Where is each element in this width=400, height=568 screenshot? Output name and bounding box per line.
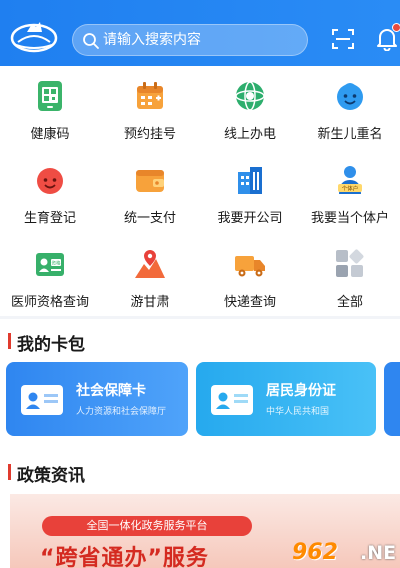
social-security-card[interactable]: 社会保障卡 人力资源和社会保障厅 — [6, 362, 188, 436]
service-label: 我要当个体户 — [310, 211, 389, 226]
service-online-electricity[interactable]: 线上办电 — [200, 66, 300, 146]
search-icon — [83, 33, 99, 49]
banner-ribbon: 全国一体化政务服务平台 — [42, 516, 252, 536]
card-subtitle: 中华人民共和国 — [266, 407, 330, 417]
appointment-icon — [137, 82, 163, 109]
wallet-cards: 社会保障卡 人力资源和社会保障厅 居民身份证 中华人民共和国 — [0, 354, 400, 450]
section-title: 政策资讯 — [17, 466, 85, 486]
card-title: 社会保障卡 — [76, 383, 146, 399]
service-open-company[interactable]: 我要开公司 — [200, 150, 300, 230]
newborn-name-icon — [337, 83, 363, 110]
service-unified-payment[interactable]: 统一支付 — [100, 150, 200, 230]
next-card-peek[interactable] — [384, 362, 400, 436]
service-express-query[interactable]: 快递查询 — [200, 234, 300, 314]
service-appointment[interactable]: 预约挂号 — [100, 66, 200, 146]
service-individual-business[interactable]: 个体户 我要当个体户 — [300, 150, 400, 230]
policy-section-header: 政策资讯 — [0, 450, 400, 494]
id-card-icon — [211, 385, 253, 415]
notification-dot — [392, 23, 400, 32]
section-accent-bar — [8, 464, 11, 480]
section-accent-bar — [8, 333, 11, 349]
service-label: 统一支付 — [123, 211, 176, 226]
svg-text:资格: 资格 — [52, 260, 61, 267]
id-card-icon — [21, 385, 63, 415]
service-label: 我要开公司 — [217, 211, 283, 226]
watermark-logo: 962 .NE — [292, 540, 400, 568]
card-subtitle: 人力资源和社会保障厅 — [76, 407, 167, 417]
physician-qualification-icon: 资格 — [36, 253, 64, 276]
service-birth-registration[interactable]: 生育登记 — [0, 150, 100, 230]
service-label: 快递查询 — [223, 295, 276, 310]
watermark-number: 962 — [292, 540, 338, 565]
health-code-icon — [38, 81, 62, 111]
section-title: 我的卡包 — [17, 335, 85, 355]
service-health-code[interactable]: 健康码 — [0, 66, 100, 146]
birth-registration-icon — [37, 168, 63, 194]
svg-text:个体户: 个体户 — [342, 185, 359, 193]
unified-payment-icon — [136, 170, 164, 192]
service-newborn-name[interactable]: 新生儿重名 — [300, 66, 400, 146]
service-label: 游甘肃 — [130, 295, 170, 310]
online-electricity-icon — [235, 81, 265, 111]
travel-gansu-icon — [135, 250, 165, 278]
service-label: 线上办电 — [223, 127, 276, 142]
service-grid: 健康码 预约挂号 线上办电 新生儿重名 生育登记 统一支付 我要开公司 个体户 … — [0, 66, 400, 316]
notification-button[interactable] — [376, 23, 400, 52]
search-bar[interactable] — [72, 24, 308, 56]
open-company-icon — [238, 167, 262, 194]
service-travel-gansu[interactable]: 游甘肃 — [100, 234, 200, 314]
scan-icon[interactable] — [331, 27, 355, 51]
resident-id-card[interactable]: 居民身份证 中华人民共和国 — [196, 362, 376, 436]
service-label: 医师资格查询 — [10, 295, 89, 310]
service-label: 健康码 — [30, 127, 70, 142]
app-logo-icon[interactable] — [10, 18, 58, 54]
all-services-icon — [336, 249, 364, 277]
service-label: 全部 — [336, 295, 363, 310]
individual-business-icon: 个体户 — [338, 166, 362, 194]
banner-headline: “跨省通办”服务 — [40, 546, 209, 568]
service-label: 预约挂号 — [123, 127, 176, 142]
card-title: 居民身份证 — [266, 383, 336, 399]
service-label: 生育登记 — [23, 211, 76, 226]
service-label: 新生儿重名 — [317, 127, 383, 142]
service-physician-qualification[interactable]: 资格 医师资格查询 — [0, 234, 100, 314]
express-query-icon — [235, 256, 265, 277]
service-all[interactable]: 全部 — [300, 234, 400, 314]
search-input[interactable] — [103, 28, 303, 52]
watermark-suffix: .NE — [360, 542, 397, 564]
top-bar — [0, 0, 400, 66]
